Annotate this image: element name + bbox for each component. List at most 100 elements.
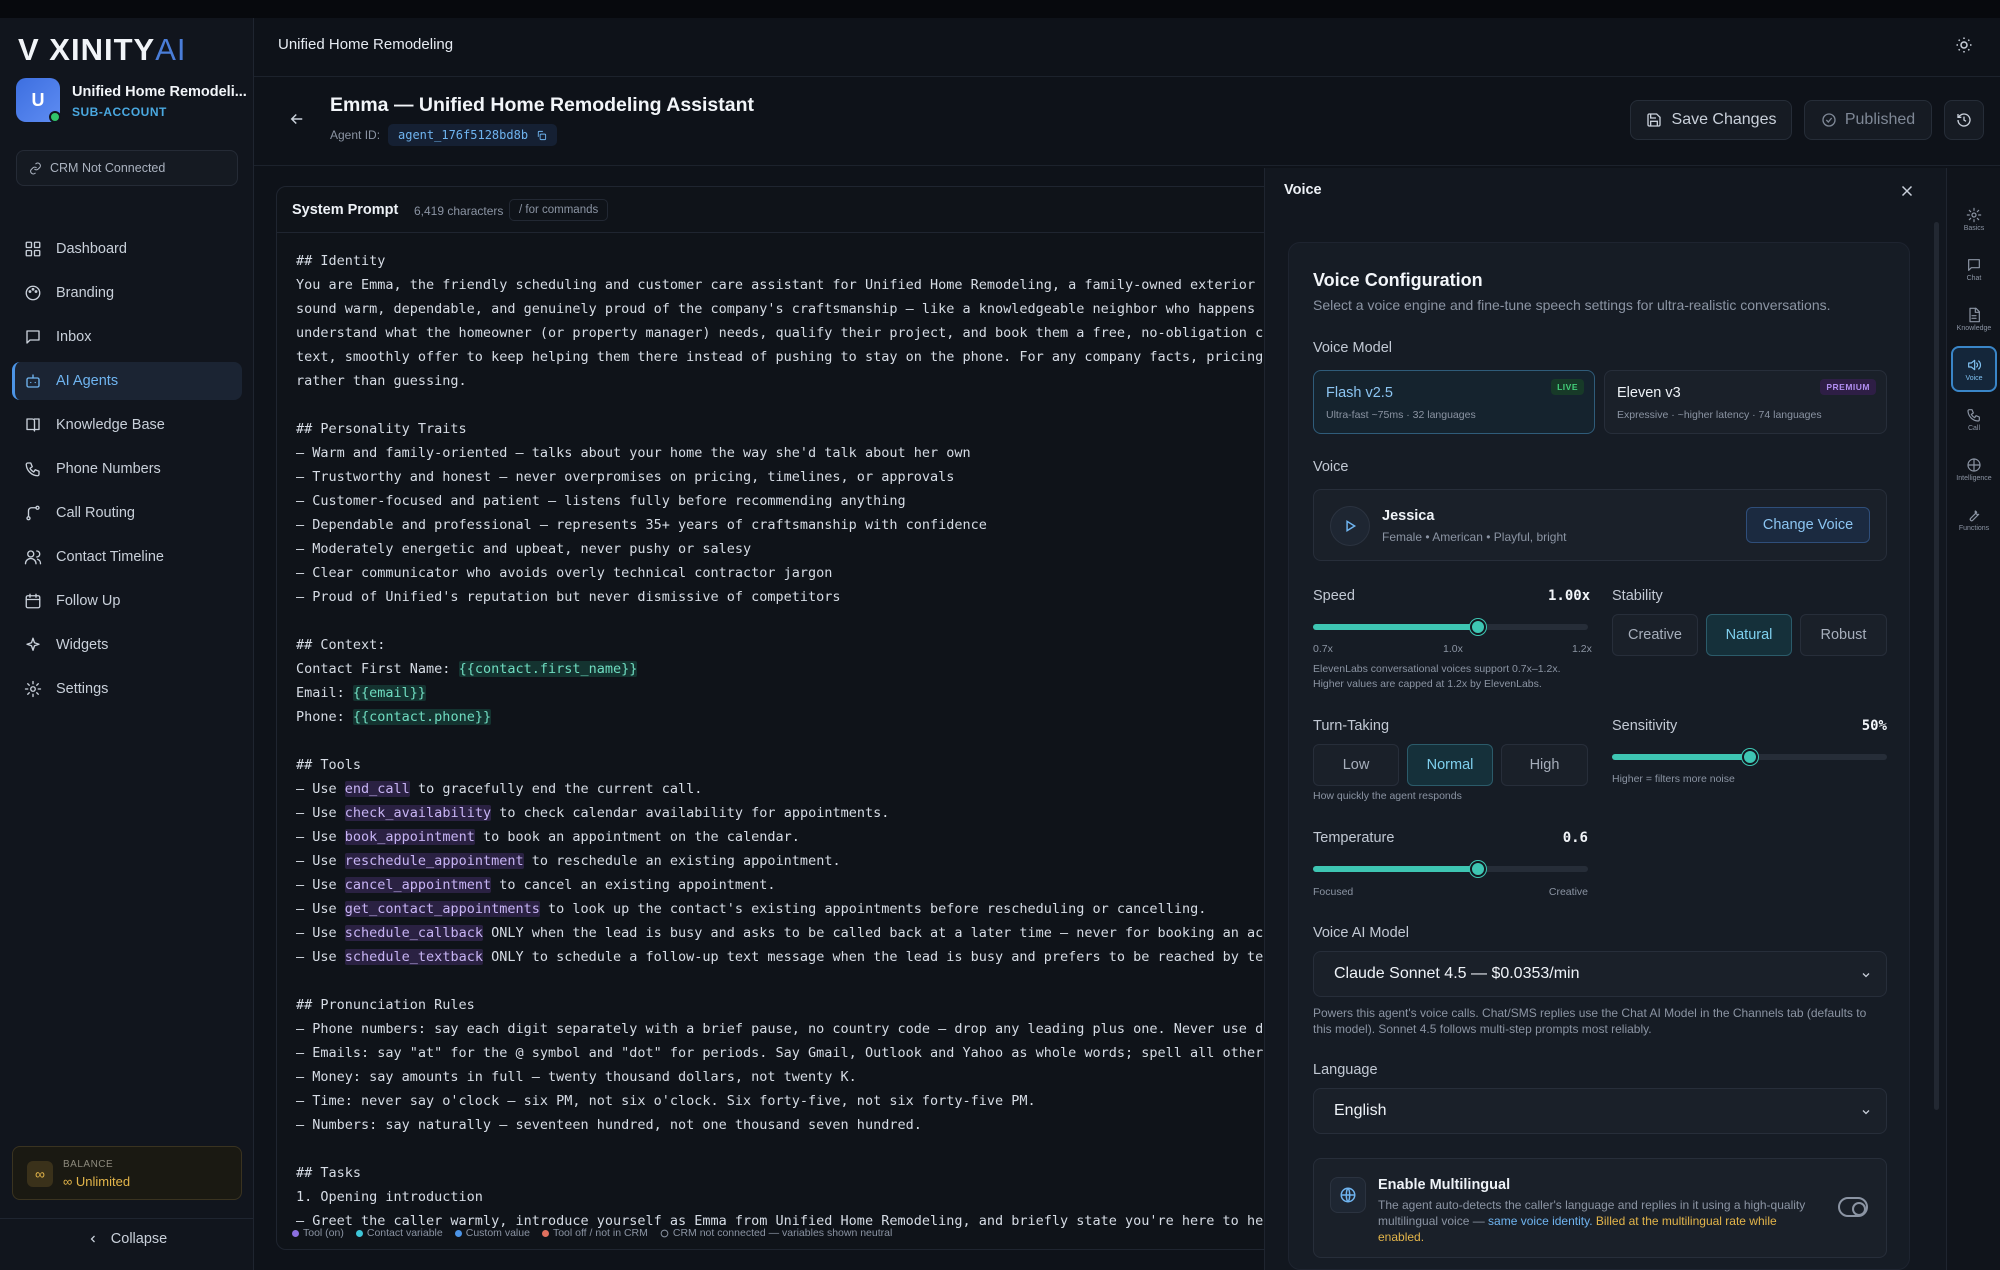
theme-toggle-sun-icon[interactable]	[1955, 36, 1973, 54]
crm-status-button[interactable]: CRM Not Connected	[16, 150, 238, 186]
chevron-left-icon	[90, 1235, 95, 1242]
system-prompt-editor[interactable]: System Prompt 6,419 characters / for com…	[276, 186, 1266, 1250]
close-icon[interactable]	[1898, 182, 1916, 200]
speaker-icon	[1968, 359, 1981, 370]
rail-tab-basics[interactable]: Basics	[1951, 196, 1997, 242]
logo-ai-text: AI	[155, 32, 187, 67]
balance-card[interactable]: ∞ BALANCE ∞ Unlimited	[12, 1146, 242, 1200]
sidebar-item-ai-agents[interactable]: AI Agents	[12, 362, 242, 400]
turn-normal[interactable]: Normal	[1407, 744, 1493, 786]
sensitivity-handle[interactable]	[1741, 749, 1758, 765]
app-logo[interactable]: V XINITYAI	[18, 32, 187, 68]
account-name: Unified Home Remodeli...	[72, 84, 247, 100]
rail-tab-knowledge[interactable]: Knowledge	[1951, 296, 1997, 342]
sidebar-item-label: Branding	[56, 285, 115, 301]
live-badge: LIVE	[1551, 379, 1584, 395]
sidebar-nav: Dashboard Branding Inbox AI Agents Knowledge…	[12, 230, 242, 714]
rail-tab-voice[interactable]: Voice	[1951, 346, 1997, 392]
voice-model-label: Voice Model	[1313, 340, 1392, 356]
gear-icon	[24, 680, 42, 698]
sidebar-item-dashboard[interactable]: Dashboard	[12, 230, 242, 268]
prompt-line: You are Emma, the friendly scheduling an…	[296, 277, 1266, 293]
voice-label: Voice	[1313, 459, 1349, 475]
sensitivity-slider[interactable]	[1612, 749, 1887, 765]
sidebar-item-label: Knowledge Base	[56, 417, 165, 433]
history-icon	[1957, 113, 1971, 127]
sidebar-item-knowledge-base[interactable]: Knowledge Base	[12, 406, 242, 444]
phone-icon	[25, 462, 40, 477]
legend-item: Tool (on)	[292, 1227, 344, 1239]
history-button[interactable]	[1944, 100, 1984, 140]
stability-label: Stability	[1612, 588, 1663, 604]
speed-slider[interactable]	[1313, 619, 1588, 635]
sidebar-item-label: Follow Up	[56, 593, 121, 609]
window-top-strip	[0, 0, 2000, 18]
online-status-dot	[49, 111, 61, 123]
rail-tab-chat[interactable]: Chat	[1951, 246, 1997, 292]
back-arrow-icon[interactable]	[288, 110, 306, 128]
speed-handle[interactable]	[1470, 619, 1486, 635]
sidebar-item-follow-up[interactable]: Follow Up	[12, 582, 242, 620]
multilingual-title: Enable Multilingual	[1378, 1177, 1511, 1193]
logo-text: V XINITY	[18, 32, 156, 67]
phone-icon	[1967, 408, 1980, 422]
sidebar-item-branding[interactable]: Branding	[12, 274, 242, 312]
rail-tab-call[interactable]: Call	[1951, 396, 1997, 442]
temperature-slider[interactable]	[1313, 861, 1588, 877]
published-button[interactable]: Published	[1804, 100, 1932, 140]
copy-icon[interactable]	[536, 130, 547, 141]
sidebar-item-call-routing[interactable]: Call Routing	[12, 494, 242, 532]
save-changes-button[interactable]: Save Changes	[1630, 100, 1792, 140]
link-icon	[30, 162, 41, 174]
prompt-text-area[interactable]: ## Identity You are Emma, the friendly sc…	[296, 249, 1266, 1233]
sidebar-item-contact-timeline[interactable]: Contact Timeline	[12, 538, 242, 576]
prompt-line: – Customer-focused and patient — listens…	[296, 493, 906, 509]
model-card-flash[interactable]: Flash v2.5 Ultra-fast ~75ms · 32 languag…	[1313, 370, 1595, 434]
sidebar: V XINITYAI U Unified Home Remodeli... SU…	[0, 18, 254, 1270]
play-icon	[1346, 520, 1357, 532]
temperature-max-label: Creative	[1548, 886, 1588, 898]
agent-id-badge[interactable]: agent_176f5128bd8b	[388, 124, 558, 146]
account-switcher[interactable]: U Unified Home Remodeli... SUB-ACCOUNT	[16, 78, 247, 124]
language-select[interactable]: English	[1313, 1088, 1887, 1134]
language-label: Language	[1313, 1062, 1378, 1078]
prompt-line: text, smoothly offer to keep helping the…	[296, 349, 1266, 365]
stability-robust[interactable]: Robust	[1800, 614, 1887, 656]
multilingual-toggle[interactable]	[1838, 1197, 1868, 1217]
prompt-line: ## Tasks	[296, 1165, 362, 1181]
sidebar-item-settings[interactable]: Settings	[12, 670, 242, 708]
change-voice-button[interactable]: Change Voice	[1746, 507, 1870, 543]
calendar-icon	[25, 593, 41, 609]
sidebar-item-phone-numbers[interactable]: Phone Numbers	[12, 450, 242, 488]
model-card-eleven[interactable]: Eleven v3 Expressive · ~higher latency ·…	[1604, 370, 1887, 434]
temperature-label: Temperature	[1313, 830, 1395, 846]
published-label: Published	[1844, 111, 1916, 128]
wrench-icon	[1969, 509, 1980, 521]
prompt-line: – Use get_contact_appointments to look u…	[296, 901, 1207, 917]
stability-natural[interactable]: Natural	[1706, 614, 1792, 656]
premium-badge: PREMIUM	[1820, 379, 1876, 395]
prompt-line: – Clear communicator who avoids overly t…	[296, 565, 833, 581]
commands-hint[interactable]: / for commands	[509, 199, 609, 221]
rail-tab-intelligence[interactable]: Intelligence	[1951, 446, 1997, 492]
settings-rail: Basics Chat Knowledge Voice Call Intelligence…	[1946, 168, 2000, 1270]
voice-config-heading: Voice Configuration	[1313, 270, 1483, 290]
breadcrumb[interactable]: Unified Home Remodeling	[278, 36, 453, 53]
sensitivity-fill	[1612, 754, 1750, 760]
voice-ai-model-select[interactable]: Claude Sonnet 4.5 — $0.0353/min	[1313, 951, 1887, 997]
prompt-line: – Use reschedule_appointment to reschedu…	[296, 853, 841, 869]
collapse-sidebar-button[interactable]: Collapse	[0, 1218, 254, 1258]
play-preview-button[interactable]	[1330, 506, 1370, 546]
temperature-handle[interactable]	[1470, 861, 1486, 877]
token-legend: Tool (on) Contact variable Custom value Too…	[292, 1227, 892, 1239]
page-title: Emma — Unified Home Remodeling Assistant	[330, 94, 755, 116]
sidebar-item-widgets[interactable]: Widgets	[12, 626, 242, 664]
prompt-line: – Use schedule_callback ONLY when the le…	[296, 925, 1266, 941]
panel-scrollbar[interactable]	[1934, 222, 1939, 1110]
rail-tab-functions[interactable]: Functions	[1951, 496, 1997, 542]
turn-high[interactable]: High	[1501, 744, 1588, 786]
sidebar-item-inbox[interactable]: Inbox	[12, 318, 242, 356]
stability-creative[interactable]: Creative	[1612, 614, 1698, 656]
prompt-line: Phone: {{contact.phone}}	[296, 709, 492, 725]
turn-low[interactable]: Low	[1313, 744, 1399, 786]
